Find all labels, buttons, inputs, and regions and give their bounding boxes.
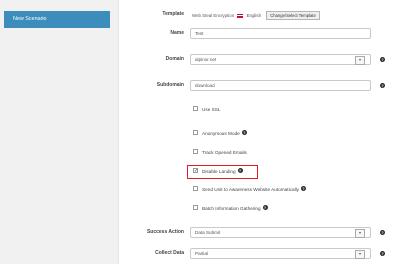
anonymous-mode-checkbox[interactable] bbox=[193, 130, 198, 136]
name-label: Name bbox=[170, 30, 184, 36]
use-ssl-checkbox[interactable] bbox=[193, 106, 198, 112]
uk-flag-icon bbox=[237, 13, 244, 18]
use-ssl-label: Use SSL bbox=[202, 107, 221, 112]
anonymous-mode-option[interactable]: Anonymous Mode? bbox=[193, 129, 247, 139]
subdomain-label: Subdomain bbox=[156, 82, 184, 88]
success-action-value: Data Submit bbox=[195, 230, 221, 235]
batch-info-label: Batch Information Gathering bbox=[202, 206, 261, 211]
domain-label: Domain bbox=[165, 56, 184, 62]
help-icon[interactable]: ? bbox=[301, 186, 307, 192]
help-icon[interactable]: ? bbox=[380, 251, 385, 256]
track-opened-emails-checkbox[interactable] bbox=[193, 149, 198, 155]
new-scenario-button[interactable]: New Scenario bbox=[4, 11, 110, 28]
highlight-box bbox=[187, 165, 258, 179]
success-action-label: Success Action bbox=[146, 229, 184, 235]
name-input[interactable]: Test bbox=[190, 28, 371, 39]
help-icon[interactable]: ? bbox=[380, 230, 385, 235]
send-unit-label: Send Unit to Awareness Website Automatic… bbox=[202, 187, 300, 192]
batch-info-checkbox[interactable] bbox=[193, 205, 198, 211]
template-info: Web Steal Encryption English Change/Sele… bbox=[192, 11, 320, 20]
domain-select[interactable]: alpinor.net ▾ bbox=[190, 54, 371, 65]
chevron-down-icon: ▾ bbox=[355, 229, 365, 238]
domain-value: alpinor.net bbox=[195, 57, 217, 62]
divider bbox=[118, 0, 119, 264]
use-ssl-option[interactable]: Use SSL bbox=[193, 105, 221, 115]
sidebar: New Scenario bbox=[0, 0, 118, 264]
send-unit-checkbox[interactable] bbox=[193, 186, 198, 192]
chevron-down-icon: ▾ bbox=[355, 56, 365, 65]
track-opened-emails-option[interactable]: Track Opened Emails bbox=[193, 148, 247, 158]
batch-info-option[interactable]: Batch Information Gathering? bbox=[193, 204, 268, 214]
collect-data-label: Collect Data bbox=[155, 250, 184, 256]
change-template-label: Change/Select Template bbox=[270, 13, 316, 18]
change-template-button[interactable]: Change/Select Template bbox=[266, 11, 320, 20]
collect-data-value: Partial bbox=[195, 251, 209, 256]
help-icon[interactable]: ? bbox=[380, 57, 385, 62]
help-icon[interactable]: ? bbox=[262, 205, 268, 211]
help-icon[interactable]: ? bbox=[380, 83, 385, 88]
template-language: English bbox=[246, 13, 262, 18]
send-unit-option[interactable]: Send Unit to Awareness Website Automatic… bbox=[193, 185, 307, 195]
template-value: Web Steal Encryption bbox=[192, 13, 235, 18]
anonymous-mode-label: Anonymous Mode bbox=[202, 131, 240, 136]
success-action-select[interactable]: Data Submit ▾ bbox=[190, 227, 371, 238]
chevron-down-icon: ▾ bbox=[355, 250, 365, 259]
subdomain-input[interactable]: download bbox=[190, 80, 371, 91]
help-icon[interactable]: ? bbox=[241, 130, 247, 136]
track-opened-emails-label: Track Opened Emails bbox=[202, 150, 247, 155]
template-label: Template bbox=[162, 11, 184, 17]
collect-data-select[interactable]: Partial ▾ bbox=[190, 248, 371, 259]
